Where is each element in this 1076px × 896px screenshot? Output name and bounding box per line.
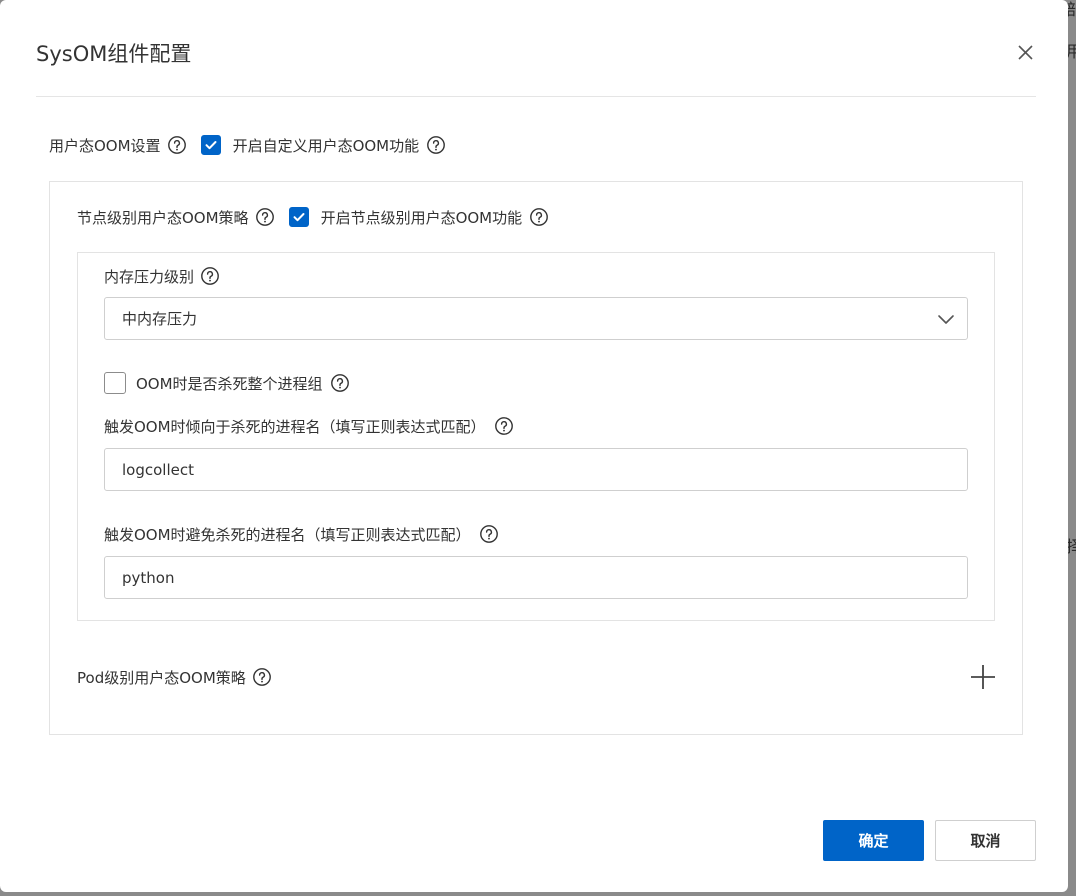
close-button[interactable]: [1010, 38, 1040, 68]
user-oom-setting-label: 用户态OOM设置: [49, 135, 161, 156]
enable-node-oom-label[interactable]: 开启节点级别用户态OOM功能: [321, 207, 523, 228]
help-icon[interactable]: [479, 524, 499, 544]
pod-policy-row: Pod级别用户态OOM策略: [77, 667, 272, 687]
chevron-down-icon: [935, 308, 957, 330]
node-policy-row: 节点级别用户态OOM策略 开启节点级别用户态OOM功能: [77, 207, 549, 227]
close-icon: [1010, 38, 1040, 68]
sysom-config-dialog: SysOM组件配置 用户态OOM设置 开启自定义用户态OOM功能 节点级别用户态…: [0, 0, 1068, 892]
user-oom-setting-row: 用户态OOM设置 开启自定义用户态OOM功能: [49, 135, 446, 155]
help-icon[interactable]: [330, 373, 350, 393]
avoid-kill-input[interactable]: [104, 556, 968, 599]
node-policy-label: 节点级别用户态OOM策略: [77, 207, 249, 228]
memory-pressure-select[interactable]: 中内存压力: [104, 297, 968, 340]
help-icon[interactable]: [529, 207, 549, 227]
avoid-kill-field-label: 触发OOM时避免杀死的进程名（填写正则表达式匹配）: [104, 524, 499, 544]
help-icon[interactable]: [167, 135, 187, 155]
help-icon[interactable]: [426, 135, 446, 155]
avoid-kill-label: 触发OOM时避免杀死的进程名（填写正则表达式匹配）: [104, 524, 471, 545]
add-pod-policy-button[interactable]: [969, 663, 997, 691]
plus-icon: [969, 663, 997, 691]
memory-pressure-selected-value: 中内存压力: [122, 308, 197, 329]
cancel-button[interactable]: 取消: [935, 820, 1036, 861]
kill-group-label[interactable]: OOM时是否杀死整个进程组: [136, 373, 323, 394]
pod-policy-label: Pod级别用户态OOM策略: [77, 667, 246, 688]
dialog-title: SysOM组件配置: [36, 38, 191, 68]
prefer-kill-field-label: 触发OOM时倾向于杀死的进程名（填写正则表达式匹配）: [104, 416, 514, 436]
header-divider: [36, 96, 1036, 97]
enable-user-oom-label[interactable]: 开启自定义用户态OOM功能: [233, 135, 420, 156]
enable-user-oom-checkbox[interactable]: [201, 135, 221, 155]
help-icon[interactable]: [200, 266, 220, 286]
kill-group-checkbox[interactable]: [104, 372, 126, 394]
help-icon[interactable]: [252, 667, 272, 687]
kill-group-row: OOM时是否杀死整个进程组: [104, 372, 350, 394]
prefer-kill-label: 触发OOM时倾向于杀死的进程名（填写正则表达式匹配）: [104, 416, 486, 437]
memory-pressure-label: 内存压力级别: [104, 266, 194, 287]
prefer-kill-input[interactable]: [104, 448, 968, 491]
memory-pressure-field-label: 内存压力级别: [104, 266, 220, 286]
help-icon[interactable]: [494, 416, 514, 436]
enable-node-oom-checkbox[interactable]: [289, 207, 309, 227]
help-icon[interactable]: [255, 207, 275, 227]
confirm-button[interactable]: 确定: [823, 820, 924, 861]
